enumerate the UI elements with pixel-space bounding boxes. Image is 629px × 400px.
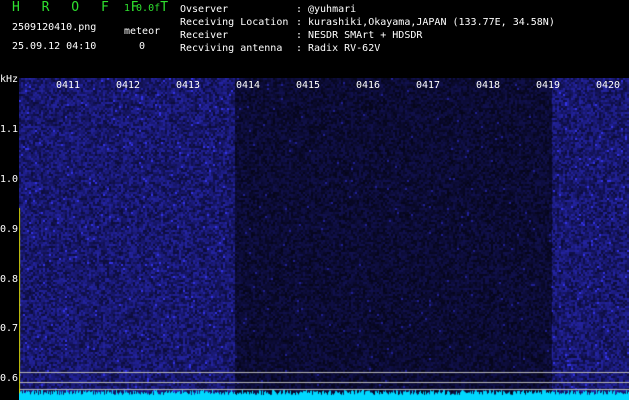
y-axis-label: kHz xyxy=(0,74,19,85)
info-row-receiver: Receiver: NESDR SMArt + HDSDR xyxy=(180,30,423,41)
info-row-antenna: Recviving antenna: Radix RV-62V xyxy=(180,43,381,54)
info-key: Recviving antenna xyxy=(180,43,283,54)
info-value: NESDR SMArt + HDSDR xyxy=(308,30,423,41)
x-tick-label: 0419 xyxy=(536,80,561,91)
meteor-count: 0 xyxy=(139,41,146,52)
y-tick-label: 0.9 xyxy=(0,224,19,235)
x-tick-label: 0420 xyxy=(596,80,621,91)
station-info: Ovserver: @yuhmari Receiving Location: kur… xyxy=(180,3,555,55)
x-tick-label: 0413 xyxy=(176,80,201,91)
x-tick-label: 0418 xyxy=(476,80,501,91)
x-tick-label: 0417 xyxy=(416,80,441,91)
image-filename: 2509120410.png xyxy=(12,22,97,33)
y-tick-label: 1.1 xyxy=(0,124,19,135)
info-row-location: Receiving Location: kurashiki,Okayama,JAP… xyxy=(180,17,555,28)
x-tick-label: 0412 xyxy=(116,80,141,91)
info-value: @yuhmari xyxy=(308,4,357,15)
x-tick-label: 0414 xyxy=(236,80,261,91)
y-tick-label: 0.7 xyxy=(0,323,19,334)
spectrogram-plot xyxy=(19,78,629,400)
y-tick-label: 1.0 xyxy=(0,174,19,185)
x-tick-label: 0416 xyxy=(356,80,381,91)
x-tick-label: 0411 xyxy=(56,80,81,91)
x-tick-label: 0415 xyxy=(296,80,321,91)
y-tick-label: 0.6 xyxy=(0,373,19,384)
info-value: kurashiki,Okayama,JAPAN (133.77E, 34.58N… xyxy=(308,17,555,28)
info-key: Receiver xyxy=(180,30,229,41)
info-key: Ovserver xyxy=(180,4,229,15)
info-row-observer: Ovserver: @yuhmari xyxy=(180,4,357,15)
app-version: 1.0.0f xyxy=(124,3,161,14)
info-key: Receiving Location xyxy=(180,17,289,28)
meteor-label: meteor xyxy=(124,26,161,37)
capture-datetime: 25.09.12 04:10 xyxy=(12,41,97,52)
y-tick-label: 0.8 xyxy=(0,274,19,285)
header-panel: H R O F F T 1.0.0f 2509120410.png meteor… xyxy=(0,0,629,78)
info-value: Radix RV-62V xyxy=(308,43,381,54)
